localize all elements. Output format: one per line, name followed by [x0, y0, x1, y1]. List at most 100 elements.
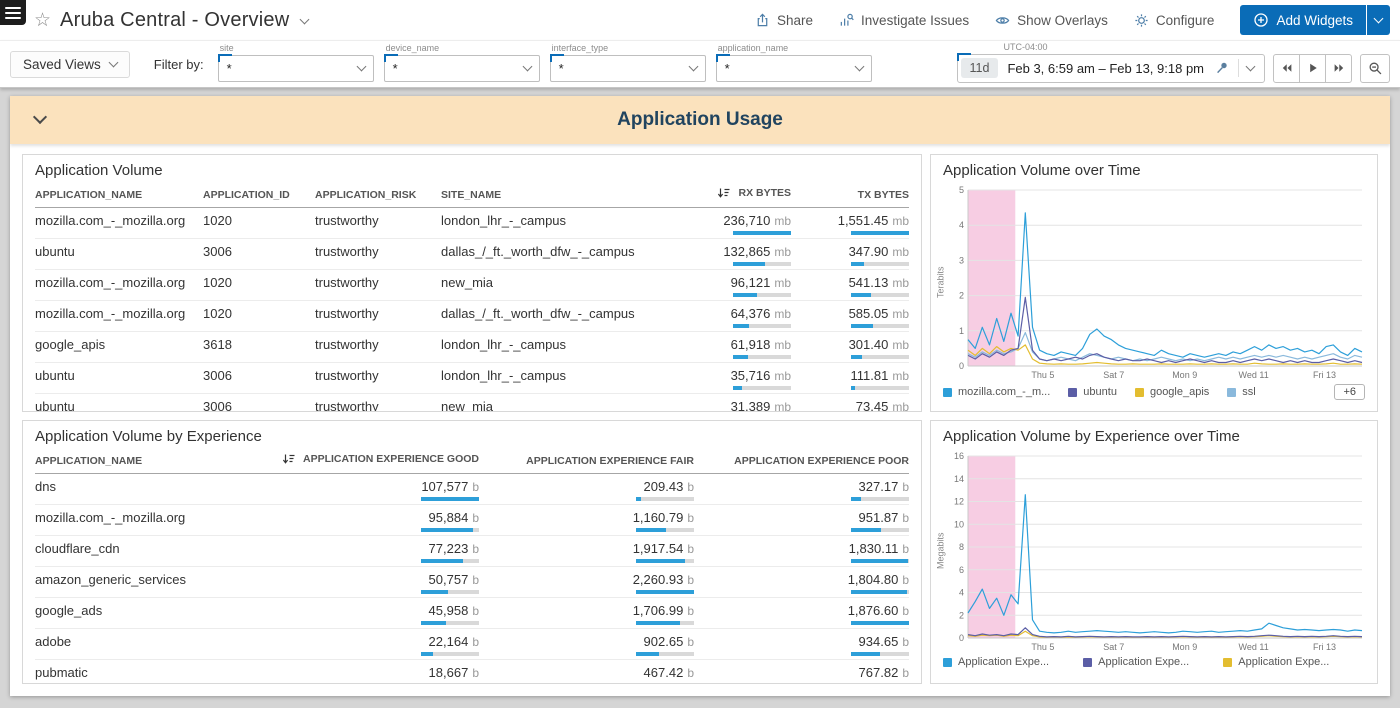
- cell-name: mozilla.com_-_mozilla.org: [35, 208, 203, 239]
- saved-views-dropdown[interactable]: Saved Views: [10, 51, 130, 78]
- value-bar: [421, 528, 479, 532]
- app-menu-icon[interactable]: [0, 0, 26, 25]
- column-header-application-name[interactable]: APPLICATION_NAME: [35, 450, 265, 474]
- dashboard-canvas: Application Usage Application Volume APP…: [0, 88, 1400, 708]
- cell-name: pubmatic: [35, 660, 265, 685]
- value-bar: [421, 590, 479, 594]
- value-bar: [636, 683, 694, 684]
- sort-descending-icon[interactable]: [282, 453, 295, 465]
- legend-item[interactable]: Application Expe...: [1223, 656, 1329, 668]
- duration-chip[interactable]: 11d: [961, 58, 999, 78]
- cell-rx: 35,716mb: [669, 363, 791, 394]
- value-bar: [421, 683, 479, 684]
- legend-swatch: [943, 658, 952, 667]
- timezone-label: UTC-04:00: [1004, 42, 1048, 52]
- value-bar: [733, 386, 791, 390]
- column-header-application-id[interactable]: APPLICATION_ID: [203, 184, 315, 208]
- panel-application-volume: Application Volume APPLICATION_NAME APPL…: [22, 154, 922, 412]
- cell-rx: 31,389mb: [669, 394, 791, 413]
- cell-poor: 327.17b: [694, 474, 909, 505]
- cell-fair: 902.65b: [479, 629, 694, 660]
- chevron-down-icon: [854, 62, 864, 72]
- table-row: mozilla.com_-_mozilla.org1020trustworthy…: [35, 301, 909, 332]
- share-button[interactable]: Share: [755, 13, 813, 28]
- time-zoom-button[interactable]: [1360, 54, 1390, 83]
- legend-item[interactable]: ubuntu: [1068, 386, 1117, 398]
- cell-id: 3006: [203, 363, 315, 394]
- cell-poor: 951.87b: [694, 505, 909, 536]
- volume-over-time-chart[interactable]: 012345Thu 5Sat 7Mon 9Wed 11Fri 13: [946, 184, 1366, 380]
- panel-experience-over-time: Application Volume by Experience over Ti…: [930, 420, 1378, 684]
- column-header-site-name[interactable]: SITE_NAME: [441, 184, 669, 208]
- column-header-experience-good[interactable]: APPLICATION EXPERIENCE GOOD: [265, 450, 479, 474]
- chevron-down-icon: [108, 58, 118, 68]
- value-bar: [636, 559, 694, 563]
- cell-risk: trustworthy: [315, 208, 441, 239]
- column-header-experience-poor[interactable]: APPLICATION EXPERIENCE POOR: [694, 450, 909, 474]
- cell-site: new_mia: [441, 270, 669, 301]
- cell-id: 3618: [203, 332, 315, 363]
- column-header-application-risk[interactable]: APPLICATION_RISK: [315, 184, 441, 208]
- sort-descending-icon[interactable]: [717, 187, 730, 199]
- filter-value: *: [725, 61, 856, 76]
- show-overlays-button[interactable]: Show Overlays: [995, 13, 1108, 28]
- top-bar: ☆ Aruba Central - Overview Share Investi…: [0, 0, 1400, 40]
- play-button[interactable]: [1299, 54, 1326, 83]
- add-widgets-dropdown-button[interactable]: [1367, 5, 1390, 35]
- column-header-experience-fair[interactable]: APPLICATION EXPERIENCE FAIR: [479, 450, 694, 474]
- filter-value: *: [393, 61, 524, 76]
- value-bar: [733, 293, 791, 297]
- value-bar: [636, 621, 694, 625]
- filter-site[interactable]: site *: [218, 55, 374, 82]
- cell-tx: 111.81mb: [791, 363, 909, 394]
- value-bar: [733, 231, 791, 235]
- section-collapse-chevron[interactable]: [33, 110, 47, 124]
- cell-name: mozilla.com_-_mozilla.org: [35, 270, 203, 301]
- column-header-rx-bytes[interactable]: RX BYTES: [669, 184, 791, 208]
- filter-value: *: [559, 61, 690, 76]
- chart-y-axis-label: Terabits: [935, 184, 946, 380]
- filter-device-name[interactable]: device_name *: [384, 55, 540, 82]
- filter-application-name[interactable]: application_name *: [716, 55, 872, 82]
- add-widgets-button[interactable]: Add Widgets: [1240, 5, 1366, 35]
- cell-rx: 132,865mb: [669, 239, 791, 270]
- svg-text:3: 3: [959, 255, 964, 265]
- value-bar: [636, 590, 694, 594]
- legend-item[interactable]: Application Expe...: [1083, 656, 1189, 668]
- cell-rx: 64,376mb: [669, 301, 791, 332]
- filter-interface-type[interactable]: interface_type *: [550, 55, 706, 82]
- cell-tx: 1,551.45mb: [791, 208, 909, 239]
- chart-legend: Application Expe... Application Expe... Ap…: [931, 652, 1377, 672]
- chevron-down-icon: [522, 62, 532, 72]
- legend-item[interactable]: Application Expe...: [943, 656, 1049, 668]
- favorite-star-icon[interactable]: ☆: [34, 11, 51, 30]
- title-chevron-down-icon[interactable]: [300, 14, 310, 24]
- legend-item[interactable]: google_apis: [1135, 386, 1209, 398]
- cell-tx: 73.45mb: [791, 394, 909, 413]
- cell-rx: 96,121mb: [669, 270, 791, 301]
- application-volume-table: APPLICATION_NAME APPLICATION_ID APPLICAT…: [35, 184, 909, 412]
- experience-over-time-chart[interactable]: 0246810121416Thu 5Sat 7Mon 9Wed 11Fri 13: [946, 450, 1366, 652]
- column-header-tx-bytes[interactable]: TX BYTES: [791, 184, 909, 208]
- legend-item[interactable]: mozilla.com_-_m...: [943, 386, 1050, 398]
- step-back-button[interactable]: [1273, 54, 1300, 83]
- column-header-application-name[interactable]: APPLICATION_NAME: [35, 184, 203, 208]
- time-chevron-down-icon[interactable]: [1246, 62, 1256, 72]
- section-banner: Application Usage: [10, 96, 1390, 144]
- filter-label: application_name: [718, 43, 789, 53]
- pin-icon[interactable]: [1214, 60, 1230, 76]
- investigate-issues-button[interactable]: Investigate Issues: [839, 13, 969, 28]
- svg-text:Sat 7: Sat 7: [1103, 642, 1124, 652]
- panel-title: Application Volume by Experience over Ti…: [943, 428, 1365, 445]
- cell-tx: 585.05mb: [791, 301, 909, 332]
- svg-text:2: 2: [959, 291, 964, 301]
- cell-name: ubuntu: [35, 363, 203, 394]
- page-title: Aruba Central - Overview: [60, 9, 289, 32]
- configure-button[interactable]: Configure: [1134, 13, 1215, 28]
- legend-overflow-chip[interactable]: +6: [1334, 384, 1365, 400]
- svg-text:4: 4: [959, 220, 964, 230]
- time-range-picker[interactable]: UTC-04:00 11d Feb 3, 6:59 am – Feb 13, 9…: [957, 54, 1266, 83]
- panel-title: Application Volume by Experience: [35, 428, 909, 445]
- step-forward-button[interactable]: [1325, 54, 1352, 83]
- legend-item[interactable]: ssl: [1227, 386, 1255, 398]
